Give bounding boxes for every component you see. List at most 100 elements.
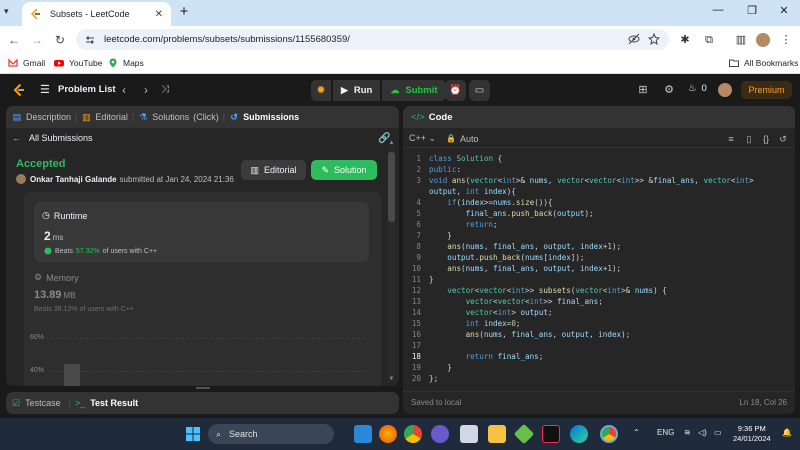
clock-date: 24/01/2024: [733, 434, 771, 443]
next-problem-icon[interactable]: ›: [139, 82, 153, 98]
test-result-tab[interactable]: Test Result: [90, 398, 138, 408]
tab-editorial[interactable]: ▥ Editorial: [81, 112, 128, 122]
browser-tab-active[interactable]: Subsets - LeetCode ✕: [22, 2, 171, 26]
streak-value: 0: [701, 83, 707, 94]
side-panel-icon[interactable]: ▥: [734, 33, 748, 47]
submitter-avatar[interactable]: [16, 174, 26, 184]
chrome-menu-icon[interactable]: ⋮: [779, 33, 793, 47]
wifi-icon[interactable]: ≋: [684, 428, 691, 437]
tab-description[interactable]: ▤ Description: [12, 112, 71, 122]
user-avatar[interactable]: [718, 83, 732, 97]
premium-button[interactable]: Premium: [741, 81, 792, 99]
forward-icon[interactable]: →: [29, 32, 45, 48]
window-close-icon[interactable]: ✕: [774, 4, 794, 20]
search-label: Search: [229, 429, 258, 439]
chat-app-icon[interactable]: [354, 425, 372, 443]
code-title: Code: [428, 111, 453, 123]
streak-counter[interactable]: ♨ 0: [688, 83, 707, 94]
taskbar-search[interactable]: ⌕ Search: [208, 424, 334, 444]
tab-solutions[interactable]: ⚗ Solutions: [138, 112, 189, 122]
auto-mode[interactable]: 🔒 Auto: [446, 134, 478, 144]
runtime-label: ◷ Runtime: [42, 210, 87, 221]
scroll-down-icon[interactable]: ▼: [388, 376, 395, 382]
braces-icon[interactable]: {}: [760, 133, 772, 145]
editorial-button[interactable]: ▥ Editorial: [241, 160, 306, 180]
reset-icon[interactable]: ↺: [777, 133, 789, 145]
tab-divider: |: [75, 112, 78, 122]
code-line: 16 ans(nums, final_ans, output, index);: [411, 330, 631, 339]
bookmark-icon[interactable]: ▯: [743, 133, 755, 145]
runtime-number: 2: [44, 229, 51, 243]
all-submissions-link[interactable]: ← All Submissions: [12, 133, 93, 143]
notification-bell-icon[interactable]: 🔔: [782, 428, 792, 437]
runtime-box[interactable]: ◷ Runtime 2 ms Beats 57.32% of users with…: [34, 202, 369, 262]
layout-grid-icon[interactable]: ⊞: [636, 83, 650, 97]
language-select[interactable]: C++ ⌄: [409, 133, 436, 144]
debug-button[interactable]: ✹: [311, 80, 331, 101]
extension-bug-icon[interactable]: ✱: [678, 33, 692, 47]
back-icon[interactable]: ←: [6, 32, 22, 48]
new-tab-button[interactable]: +: [176, 4, 192, 20]
app-icon[interactable]: [460, 425, 478, 443]
restore-icon[interactable]: ❐: [742, 4, 762, 20]
windows-start-icon[interactable]: [184, 425, 202, 443]
site-info-icon[interactable]: [84, 34, 96, 46]
node-icon[interactable]: [513, 423, 535, 445]
problem-list-link[interactable]: Problem List: [58, 84, 116, 95]
code-editor[interactable]: 1 class Solution { 2 public: 3 void ans(vec…: [403, 154, 795, 388]
edge-icon[interactable]: [570, 425, 588, 443]
runtime-beats: Beats 57.32% of users with C++: [44, 247, 157, 255]
tab-search-icon[interactable]: ▾: [4, 6, 18, 20]
scroll-thumb[interactable]: [388, 152, 395, 222]
jetbrains-icon[interactable]: [542, 425, 560, 443]
flask-icon: ⚗: [139, 112, 148, 122]
chrome-active-icon[interactable]: [600, 425, 618, 443]
eye-off-icon[interactable]: [628, 33, 640, 45]
submit-button[interactable]: ☁ Submit: [382, 80, 446, 101]
minimize-icon[interactable]: —: [708, 4, 728, 20]
memory-label[interactable]: ⚙ Memory: [34, 272, 79, 283]
run-button[interactable]: ▶ Run: [332, 80, 381, 101]
format-icon[interactable]: ≡: [725, 133, 737, 145]
distribution-bar[interactable]: [64, 364, 80, 386]
media-app-icon[interactable]: [431, 425, 449, 443]
arrow-left-icon: ←: [12, 133, 21, 143]
submitter-name[interactable]: Onkar Tanhaji Galande: [30, 175, 117, 184]
settings-gear-icon[interactable]: ⚙: [662, 83, 676, 97]
bookmark-youtube[interactable]: YouTube: [54, 56, 102, 70]
taskbar-clock[interactable]: 9:36 PM 24/01/2024: [733, 424, 771, 444]
bookmark-gmail[interactable]: Gmail: [8, 56, 45, 70]
reload-icon[interactable]: ↻: [52, 32, 68, 48]
solution-label: Solution: [334, 165, 367, 175]
solution-button[interactable]: ✎ Solution: [311, 160, 377, 180]
tray-chevron-icon[interactable]: ⌃: [633, 428, 640, 437]
firefox-icon[interactable]: [379, 425, 397, 443]
language-indicator[interactable]: ENG: [657, 428, 674, 437]
profile-avatar[interactable]: [756, 33, 770, 47]
close-tab-icon[interactable]: ✕: [155, 9, 163, 20]
testcase-tab[interactable]: Testcase: [25, 398, 61, 408]
shuffle-icon[interactable]: ⤨: [158, 82, 172, 98]
extensions-puzzle-icon[interactable]: ⧉: [702, 33, 716, 47]
tab-label: Editorial: [95, 112, 128, 122]
bookmark-star-icon[interactable]: [648, 33, 660, 45]
scroll-up-icon[interactable]: ▲: [388, 140, 395, 146]
code-line: output, int index){: [429, 187, 516, 196]
tab-submissions[interactable]: ↺ Submissions: [229, 112, 299, 122]
all-bookmarks[interactable]: All Bookmarks: [729, 56, 798, 70]
auto-label: Auto: [460, 133, 479, 144]
file-explorer-icon[interactable]: [488, 425, 506, 443]
chevron-down-icon: ⌄: [428, 133, 437, 143]
panel-resize-handle[interactable]: [196, 387, 210, 389]
leetcode-logo-icon[interactable]: [12, 83, 26, 97]
bookmark-maps[interactable]: Maps: [108, 56, 144, 70]
cursor-position: Ln 18, Col 26: [739, 398, 787, 407]
prev-problem-icon[interactable]: ‹: [117, 82, 131, 98]
volume-icon[interactable]: ◁): [698, 428, 707, 437]
panel-scrollbar[interactable]: ▲ ▼: [388, 140, 395, 382]
timer-button[interactable]: ⏰: [445, 80, 466, 101]
address-bar[interactable]: leetcode.com/problems/subsets/submission…: [76, 29, 669, 50]
battery-icon[interactable]: ▭: [714, 428, 722, 437]
chrome-icon[interactable]: [404, 425, 422, 443]
notes-button[interactable]: ▭: [469, 80, 490, 101]
